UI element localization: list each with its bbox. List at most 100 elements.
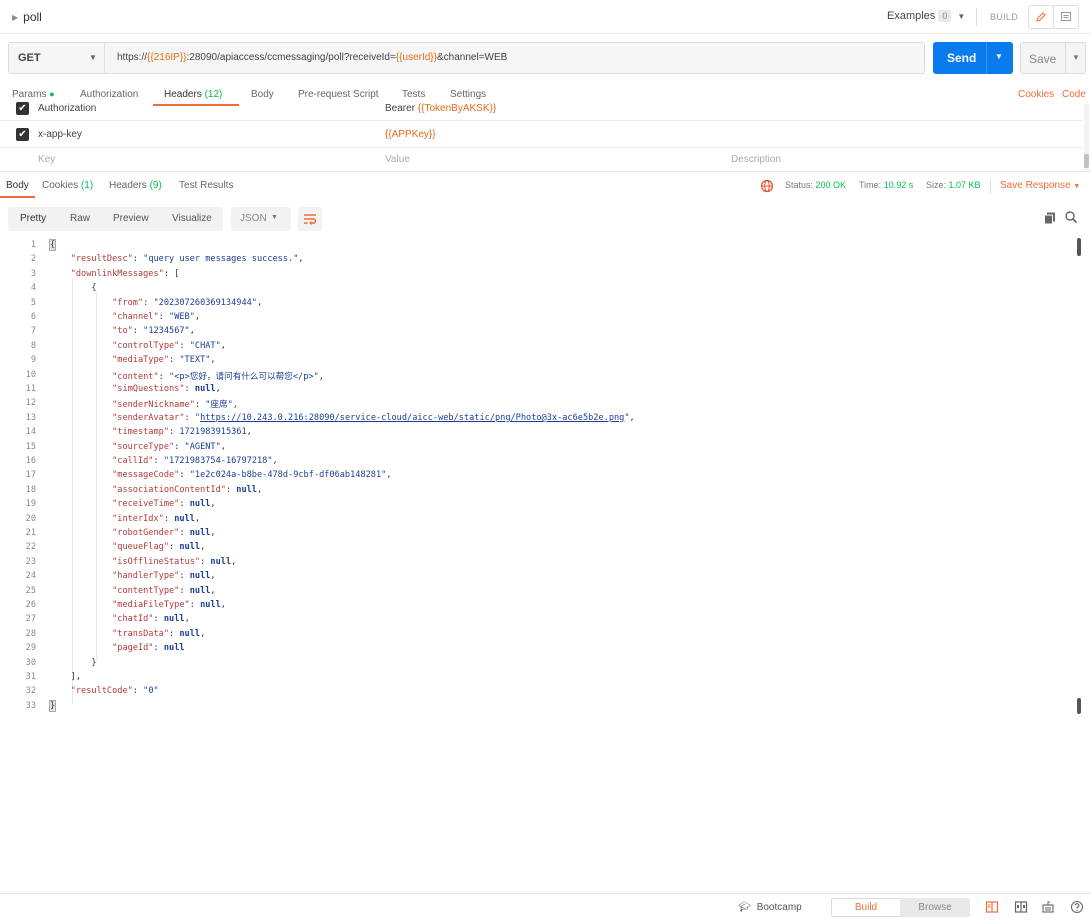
code-link[interactable]: Code xyxy=(1062,89,1086,100)
format-select[interactable]: JSON ▼ xyxy=(231,207,291,231)
checkbox[interactable]: ✔ xyxy=(16,128,29,141)
tab-response-headers[interactable]: Headers (9) xyxy=(109,180,162,191)
tab-headers[interactable]: Headers (12) xyxy=(164,89,222,100)
tab-response-body[interactable]: Body xyxy=(6,180,29,191)
size-info[interactable]: Size: 1.07 KB xyxy=(926,180,981,190)
tab-body[interactable]: Body xyxy=(251,89,274,100)
tab-test-results[interactable]: Test Results xyxy=(179,180,233,191)
cookies-link[interactable]: Cookies xyxy=(1018,89,1054,100)
build-label: BUILD xyxy=(990,12,1019,22)
active-tab-underline xyxy=(0,196,35,198)
save-options-chevron-icon[interactable]: ▼ xyxy=(1072,53,1080,62)
line-number: 6 xyxy=(30,312,36,322)
bootcamp-link[interactable]: 🎓︎ Bootcamp xyxy=(738,902,802,913)
code-token: null xyxy=(194,384,216,394)
header-value[interactable]: {{APPKey}} xyxy=(385,129,436,140)
code-token: "associationContentId" xyxy=(112,484,226,495)
wrap-icon xyxy=(304,214,317,225)
tab-response-cookies[interactable]: Cookies (1) xyxy=(42,180,93,191)
code-token: "query user messages success." xyxy=(143,254,299,265)
split-pane-icon[interactable] xyxy=(1014,900,1028,914)
save-button[interactable]: Save ▼ xyxy=(1020,42,1086,74)
send-button[interactable]: Send ▼ xyxy=(933,42,1013,74)
code-token: "controlType" xyxy=(112,340,180,351)
code-line: 20 "interIdx": null, xyxy=(0,514,1000,528)
request-title[interactable]: ▶ poll xyxy=(12,10,42,24)
wrap-lines-button[interactable] xyxy=(298,207,322,231)
view-raw-button[interactable]: Raw xyxy=(70,213,90,224)
code-token: : [ xyxy=(163,268,180,279)
scrollbar-marker[interactable] xyxy=(1077,238,1081,256)
code-token: : xyxy=(169,542,180,553)
scrollbar-marker[interactable] xyxy=(1077,698,1081,714)
tab-tests[interactable]: Tests xyxy=(402,89,425,100)
examples-dropdown[interactable]: Examples 0 ▼ xyxy=(887,10,965,22)
method-select[interactable]: GET ▼ xyxy=(9,43,105,73)
search-icon[interactable] xyxy=(1064,210,1078,224)
help-icon[interactable] xyxy=(1070,900,1084,914)
view-visualize-button[interactable]: Visualize xyxy=(172,213,212,224)
send-options-chevron-icon[interactable]: ▼ xyxy=(995,52,1003,61)
keyboard-shortcuts-icon[interactable] xyxy=(1041,900,1055,914)
code-token: "mediaType" xyxy=(112,355,170,366)
divider xyxy=(990,180,991,194)
code-token: "receiveTime" xyxy=(112,499,180,510)
two-pane-view-icon[interactable] xyxy=(985,900,999,914)
divider xyxy=(976,8,977,26)
code-text: ], xyxy=(50,672,81,682)
time-value: 10.92 s xyxy=(883,180,914,190)
line-number: 19 xyxy=(25,499,36,510)
code-token: : xyxy=(179,499,190,510)
line-number: 8 xyxy=(30,340,36,351)
browse-mode-button[interactable]: Browse xyxy=(900,898,970,917)
code-text: { xyxy=(50,283,96,293)
edit-button[interactable] xyxy=(1028,5,1054,29)
scrollbar-thumb[interactable] xyxy=(1084,154,1089,168)
value-input-placeholder[interactable]: Value xyxy=(385,154,410,165)
code-token: , xyxy=(220,340,226,351)
header-value[interactable]: Bearer {{TokenByAKSK}} xyxy=(385,103,496,114)
view-pretty-button[interactable]: Pretty xyxy=(20,213,46,224)
header-key[interactable]: x-app-key xyxy=(38,129,82,140)
comment-icon xyxy=(1061,12,1071,21)
headers-scrollbar[interactable] xyxy=(1084,104,1089,170)
url-segment: :28090/apiaccess/ccmessaging/poll?receiv… xyxy=(186,52,396,63)
code-token: : xyxy=(179,585,190,596)
documentation-button[interactable] xyxy=(1053,5,1079,29)
save-response-dropdown[interactable]: Save Response ▼ xyxy=(1000,180,1080,191)
globe-icon[interactable] xyxy=(760,179,774,193)
header-key[interactable]: Authorization xyxy=(38,103,96,114)
code-token[interactable]: https://10.243.0.216:28090/service-cloud… xyxy=(200,413,624,423)
code-token: : xyxy=(169,628,180,639)
tab-prerequest-script[interactable]: Pre-request Script xyxy=(298,89,379,100)
code-token: 1721983915361 xyxy=(179,427,247,438)
code-token: , xyxy=(256,297,263,308)
tab-authorization[interactable]: Authorization xyxy=(80,89,138,100)
code-text: "callId": "1721983754-16797218", xyxy=(50,456,278,466)
url-input[interactable]: https://{{216IP}}:28090/apiaccess/ccmess… xyxy=(117,52,507,63)
tab-settings[interactable]: Settings xyxy=(450,89,486,100)
checkbox[interactable]: ✔ xyxy=(16,102,29,115)
build-mode-button[interactable]: Build xyxy=(831,898,901,917)
headers-table: ✔ Authorization Bearer {{TokenByAKSK}} ✔… xyxy=(0,101,1091,172)
code-text: "mediaFileType": null, xyxy=(50,600,226,610)
code-text: "chatId": null, xyxy=(50,614,190,624)
expand-triangle-icon[interactable]: ▶ xyxy=(12,13,18,22)
code-token: : xyxy=(194,400,206,411)
time-info[interactable]: Time: 10.92 s xyxy=(859,180,913,190)
code-token: "1721983754-16797218" xyxy=(163,456,273,466)
code-token: "to" xyxy=(112,326,133,337)
description-input-placeholder[interactable]: Description xyxy=(731,154,781,165)
key-input-placeholder[interactable]: Key xyxy=(38,154,55,165)
code-line: 6 "channel": "WEB", xyxy=(0,312,1000,326)
copy-icon[interactable] xyxy=(1043,211,1057,225)
response-body-editor[interactable]: 1{2 "resultDesc": "query user messages s… xyxy=(0,239,1080,720)
view-preview-button[interactable]: Preview xyxy=(113,213,149,224)
code-token: "senderAvatar" xyxy=(112,412,185,423)
tab-params[interactable]: Params ● xyxy=(12,89,55,100)
